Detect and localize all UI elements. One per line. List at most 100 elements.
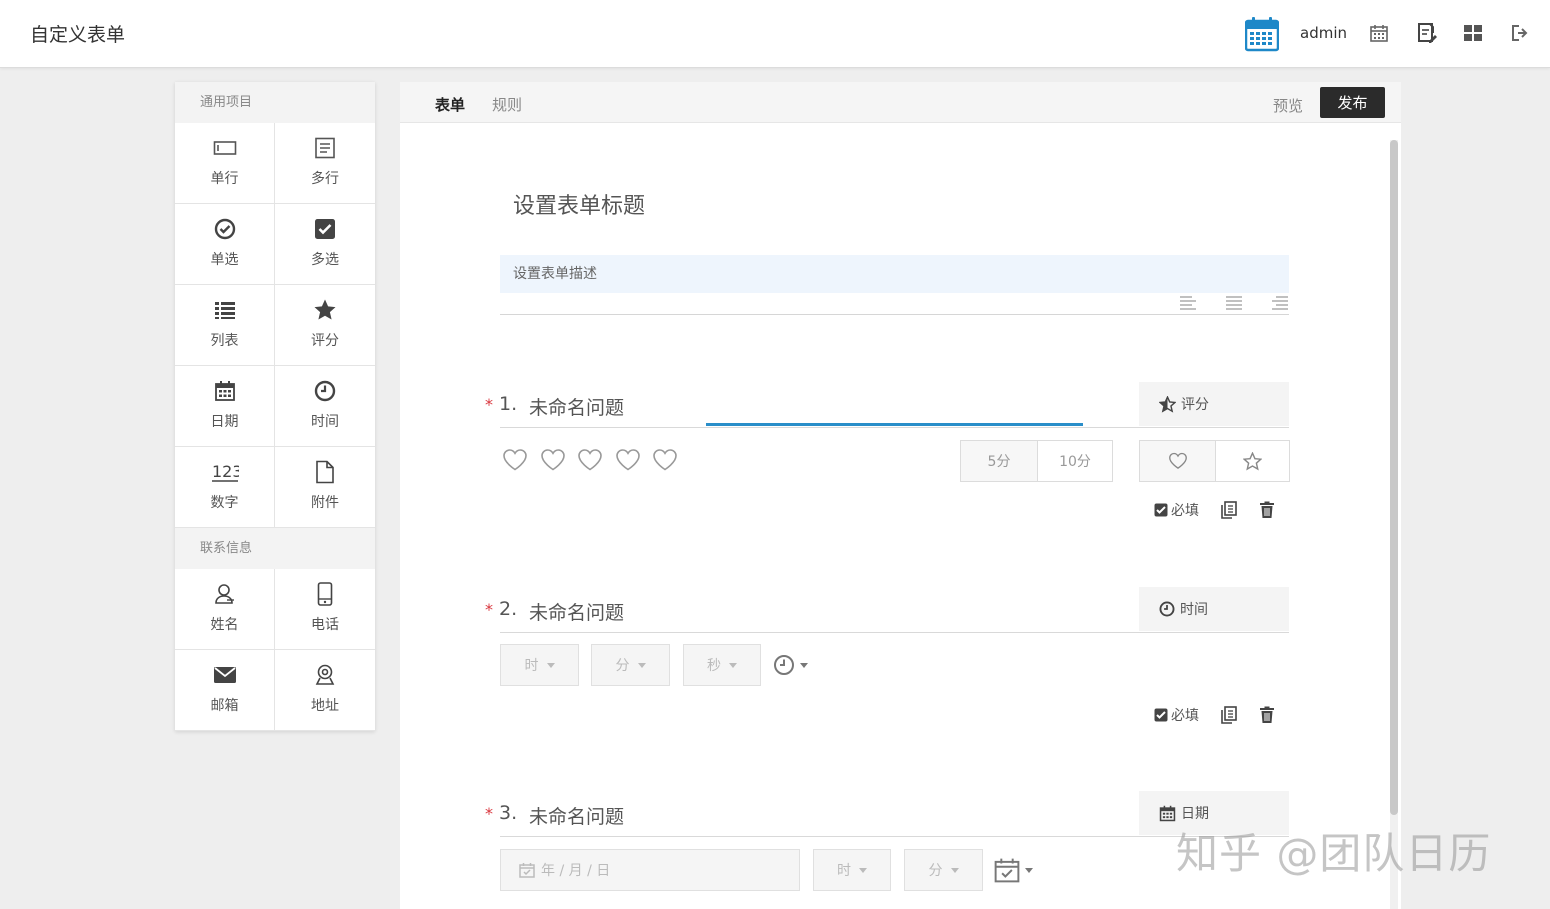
- edit-form-icon[interactable]: [1416, 22, 1438, 44]
- minute-select[interactable]: 分: [904, 849, 983, 891]
- single-line-icon: [213, 135, 237, 161]
- clock-icon: [774, 655, 794, 675]
- question-card[interactable]: * 1. 未命名问题 评分 5分 10分 必填: [485, 382, 1290, 542]
- question-divider: [500, 632, 1289, 633]
- description-divider: [500, 314, 1289, 315]
- star-half-icon: [1159, 395, 1176, 413]
- required-marker: *: [485, 804, 493, 823]
- heart-icon[interactable]: [577, 448, 603, 472]
- palette-item-multi-line[interactable]: 多行: [275, 123, 375, 204]
- palette-item-checkbox[interactable]: 多选: [275, 204, 375, 285]
- required-toggle[interactable]: 必填: [1154, 500, 1199, 520]
- palette-item-list[interactable]: 列表: [175, 285, 275, 366]
- heart-shape-button[interactable]: [1140, 441, 1215, 481]
- list-icon: [214, 297, 236, 323]
- align-center-icon[interactable]: [1225, 295, 1245, 311]
- scale-10-button[interactable]: 10分: [1037, 441, 1112, 481]
- file-icon: [315, 459, 335, 485]
- tab-rules[interactable]: 规则: [492, 94, 522, 115]
- star-shape-button[interactable]: [1215, 441, 1289, 481]
- palette-item-number[interactable]: 123 数字: [175, 447, 275, 528]
- palette-item-label: 地址: [311, 698, 339, 714]
- palette-item-address[interactable]: 地址: [275, 650, 375, 731]
- align-left-icon[interactable]: [1179, 295, 1199, 311]
- palette-item-label: 数字: [210, 495, 239, 511]
- copy-icon[interactable]: [1221, 501, 1237, 519]
- palette-item-phone[interactable]: 电话: [275, 569, 375, 650]
- tab-form[interactable]: 表单: [435, 94, 465, 115]
- heart-icon[interactable]: [615, 448, 641, 472]
- palette-item-single-line[interactable]: 单行: [175, 123, 275, 204]
- question-title-input[interactable]: 未命名问题: [529, 802, 624, 829]
- palette-item-label: 日期: [210, 414, 239, 430]
- palette-item-name[interactable]: 姓名: [175, 569, 275, 650]
- palette-item-rating[interactable]: 评分: [275, 285, 375, 366]
- calendar-icon[interactable]: [1368, 22, 1390, 44]
- time-format-dropdown[interactable]: [773, 654, 808, 676]
- date-placeholder: 年 / 月 / 日: [541, 863, 611, 879]
- required-marker: *: [485, 395, 493, 414]
- logout-icon[interactable]: [1509, 22, 1531, 44]
- svg-text:123: 123: [212, 462, 239, 481]
- heart-icon[interactable]: [502, 448, 528, 472]
- required-toggle[interactable]: 必填: [1154, 705, 1199, 725]
- grid-icon[interactable]: [1462, 22, 1484, 44]
- date-input[interactable]: 年 / 月 / 日: [500, 849, 800, 891]
- question-title-input[interactable]: 未命名问题: [529, 393, 624, 420]
- palette-item-label: 列表: [210, 333, 239, 349]
- heart-icon[interactable]: [540, 448, 566, 472]
- form-title-input[interactable]: 设置表单标题: [513, 188, 645, 220]
- trash-icon[interactable]: [1259, 706, 1275, 724]
- checkbox-icon: [1154, 708, 1168, 722]
- app-title: 自定义表单: [30, 24, 126, 46]
- question-card[interactable]: * 3. 未命名问题 日期 年 / 月 / 日 时 分: [485, 791, 1289, 909]
- editor-tab-bar: 表单 规则 预览 发布: [400, 82, 1401, 123]
- question-tools: 必填: [1154, 705, 1275, 725]
- calendar-check-icon: [994, 858, 1020, 883]
- preview-button[interactable]: 预览: [1273, 95, 1303, 116]
- palette-item-email[interactable]: 邮箱: [175, 650, 275, 731]
- palette-item-attachment[interactable]: 附件: [275, 447, 375, 528]
- minute-select[interactable]: 分: [591, 644, 670, 686]
- publish-button[interactable]: 发布: [1320, 87, 1385, 118]
- question-type-selector[interactable]: 时间: [1139, 587, 1289, 631]
- palette-item-label: 单行: [210, 171, 239, 187]
- hour-select[interactable]: 时: [500, 644, 579, 686]
- rating-scale-toggle[interactable]: 5分 10分: [960, 440, 1113, 482]
- rating-preview: [502, 448, 690, 472]
- scrollbar-thumb[interactable]: [1390, 140, 1398, 815]
- palette-item-date[interactable]: 日期: [175, 366, 275, 447]
- trash-icon[interactable]: [1259, 501, 1275, 519]
- user-icon: [214, 581, 236, 607]
- rating-shape-toggle[interactable]: [1139, 440, 1290, 482]
- second-select[interactable]: 秒: [683, 644, 761, 686]
- palette-item-label: 评分: [311, 333, 339, 349]
- question-type-selector[interactable]: 评分: [1139, 382, 1289, 426]
- palette-item-time[interactable]: 时间: [275, 366, 375, 447]
- copy-icon[interactable]: [1221, 706, 1237, 724]
- form-description-input[interactable]: 设置表单描述: [500, 255, 1289, 293]
- scale-5-button[interactable]: 5分: [961, 441, 1037, 481]
- heart-icon[interactable]: [652, 448, 678, 472]
- user-name[interactable]: admin: [1300, 24, 1347, 42]
- checkbox-icon: [314, 216, 336, 242]
- question-title-input[interactable]: 未命名问题: [529, 598, 624, 625]
- heart-icon: [1168, 452, 1187, 469]
- form-editor: 表单 规则 预览 发布 设置表单标题 设置表单描述 * 1. 未命名问题 评分: [400, 82, 1401, 909]
- calendar-logo-icon[interactable]: [1244, 16, 1280, 56]
- palette-item-label: 电话: [311, 617, 339, 633]
- question-divider: [500, 836, 1289, 837]
- palette-item-label: 时间: [311, 414, 339, 430]
- star-icon: [1243, 451, 1262, 470]
- question-number: 1.: [499, 393, 518, 415]
- palette-item-radio[interactable]: 单选: [175, 204, 275, 285]
- hour-select[interactable]: 时: [813, 849, 891, 891]
- palette-item-label: 附件: [311, 495, 339, 511]
- question-card[interactable]: * 2. 未命名问题 时间 时 分 秒 必填: [485, 587, 1289, 747]
- palette-item-label: 单选: [210, 252, 239, 268]
- date-format-dropdown[interactable]: [994, 857, 1033, 883]
- question-divider: [500, 427, 1289, 428]
- palette-item-label: 多选: [311, 252, 339, 268]
- number-icon: 123: [211, 459, 239, 485]
- align-right-icon[interactable]: [1271, 295, 1291, 311]
